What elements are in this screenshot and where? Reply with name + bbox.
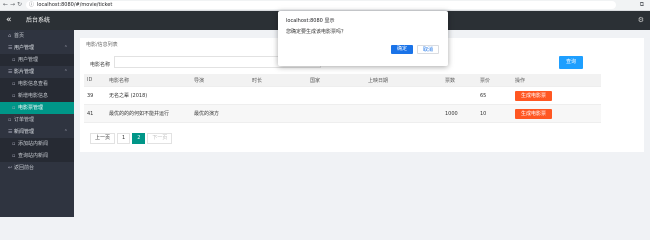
table-header-row: ID 电影名称 导演 时长 国家 上映日期 票数 票价 操作 — [84, 74, 601, 87]
sidebar-item-news-add[interactable]: ▫ 添加站内新闻 — [0, 138, 74, 150]
sidebar-item-label: 用户管理 — [18, 57, 39, 63]
cell-duration — [249, 86, 307, 105]
back-icon[interactable]: ← — [3, 1, 8, 9]
forward-icon[interactable]: → — [10, 1, 15, 9]
filter-label: 电影名称 — [90, 62, 111, 68]
sidebar-item-user-manage[interactable]: ▫ 用户管理 — [0, 54, 74, 66]
cell-price: 65 — [477, 86, 512, 105]
column-header: ID — [84, 74, 106, 87]
column-header: 票价 — [477, 74, 512, 87]
sidebar-item-back-front[interactable]: ↩ 返回前台 — [0, 162, 74, 174]
sidebar-item-ticket-manage[interactable]: ▫ 电影票管理 — [0, 102, 74, 114]
sidebar-item-home[interactable]: ⌂ 首页 — [0, 30, 74, 42]
column-header: 电影名称 — [106, 74, 191, 87]
column-header: 国家 — [307, 74, 365, 87]
sidebar-item-label: 用户管理 — [14, 45, 35, 51]
sidebar-group-users[interactable]: ☰ 用户管理 ⌃ — [0, 42, 74, 54]
cell-country — [307, 104, 365, 123]
sidebar-item-label: 返回前台 — [14, 165, 35, 171]
sidebar: ⌂ 首页 ☰ 用户管理 ⌃ ▫ 用户管理 ☰ 影片管理 ⌃ ▫ 电影信息查看 ▫ 新增电影信… — [0, 30, 74, 217]
sidebar-item-movie-add[interactable]: ▫ 新增电影信息 — [0, 90, 74, 102]
sidebar-item-label: 查询站内新闻 — [18, 153, 49, 159]
url-text: localhost:8080/#/movie/ticket — [37, 2, 113, 8]
generate-ticket-button[interactable]: 生成电影票 — [515, 90, 552, 101]
cell-release-date — [365, 104, 442, 123]
column-header: 时长 — [249, 74, 307, 87]
column-header: 票数 — [442, 74, 477, 87]
sidebar-group-news[interactable]: ☰ 新闻管理 ⌃ — [0, 126, 74, 138]
chevron-up-icon: ⌃ — [63, 45, 68, 51]
sidebar-item-label: 影片管理 — [14, 69, 35, 75]
dialog-title: localhost:8080 显示 — [286, 18, 335, 24]
collapse-sidebar-icon[interactable]: « — [6, 14, 12, 26]
settings-icon[interactable]: ⚙ — [638, 11, 644, 30]
browser-toolbar: ← → ↻ ⓘ localhost:8080/#/movie/ticket ⧉ — [0, 0, 650, 11]
ok-button[interactable]: 确定 — [391, 45, 413, 54]
next-page-button[interactable]: 下一页 — [147, 133, 173, 144]
ticket-table: ID 电影名称 导演 时长 国家 上映日期 票数 票价 操作 39 无名之辈 (… — [84, 74, 601, 123]
cell-action: 生成电影票 — [512, 104, 601, 123]
table-row: 41 最优的的的何如不能并运行 最优的演方 1000 10 生成电影票 — [84, 104, 601, 123]
confirm-dialog: localhost:8080 显示 您确定要生成该电影票吗？ 确定 取消 — [278, 11, 448, 66]
address-bar[interactable]: ⓘ localhost:8080/#/movie/ticket — [26, 1, 616, 9]
cell-ticket-count — [442, 86, 477, 105]
app-title: 后台系统 — [26, 17, 51, 24]
cell-id: 39 — [84, 86, 106, 105]
cell-release-date — [365, 86, 442, 105]
sidebar-item-label: 新增电影信息 — [18, 93, 49, 99]
cell-director: 最优的演方 — [191, 104, 249, 123]
column-header: 上映日期 — [365, 74, 442, 87]
info-icon: ⓘ — [29, 2, 35, 8]
cell-duration — [249, 104, 307, 123]
page-button-current[interactable]: 2 — [132, 133, 146, 144]
sidebar-group-movies[interactable]: ☰ 影片管理 ⌃ — [0, 66, 74, 78]
cancel-button[interactable]: 取消 — [417, 45, 439, 54]
cell-price: 10 — [477, 104, 512, 123]
pagination: 上一页 1 2 下一页 — [90, 133, 174, 144]
sidebar-item-label: 首页 — [14, 33, 25, 39]
sidebar-item-movie-view[interactable]: ▫ 电影信息查看 — [0, 78, 74, 90]
cell-movie-name: 最优的的的何如不能并运行 — [106, 104, 191, 123]
column-header: 操作 — [512, 74, 601, 87]
sidebar-item-label: 电影票管理 — [18, 105, 44, 111]
cell-id: 41 — [84, 104, 106, 123]
sidebar-item-news-query[interactable]: ▫ 查询站内新闻 — [0, 150, 74, 162]
sidebar-item-label: 新闻管理 — [14, 129, 35, 135]
sidebar-item-label: 订单管理 — [14, 117, 35, 123]
column-header: 导演 — [191, 74, 249, 87]
generate-ticket-button[interactable]: 生成电影票 — [515, 108, 552, 119]
cell-action: 生成电影票 — [512, 86, 601, 105]
prev-page-button[interactable]: 上一页 — [90, 133, 116, 144]
reload-icon[interactable]: ↻ — [17, 1, 22, 9]
page-button[interactable]: 1 — [117, 133, 131, 144]
sidebar-item-orders[interactable]: ▫ 订单管理 — [0, 114, 74, 126]
cell-director — [191, 86, 249, 105]
cell-ticket-count: 1000 — [442, 104, 477, 123]
extension-icon[interactable]: ⧉ — [640, 1, 644, 9]
cell-movie-name: 无名之辈 (2018) — [106, 86, 191, 105]
dialog-message: 您确定要生成该电影票吗？ — [286, 29, 347, 35]
sidebar-item-label: 添加站内新闻 — [18, 141, 49, 147]
chevron-up-icon: ⌃ — [63, 129, 68, 135]
search-button[interactable]: 查询 — [559, 56, 583, 69]
breadcrumb: 电影/信息列表 — [86, 42, 118, 48]
cell-country — [307, 86, 365, 105]
chevron-up-icon: ⌃ — [63, 69, 68, 75]
table-row: 39 无名之辈 (2018) 65 生成电影票 — [84, 86, 601, 105]
sidebar-item-label: 电影信息查看 — [18, 81, 49, 87]
